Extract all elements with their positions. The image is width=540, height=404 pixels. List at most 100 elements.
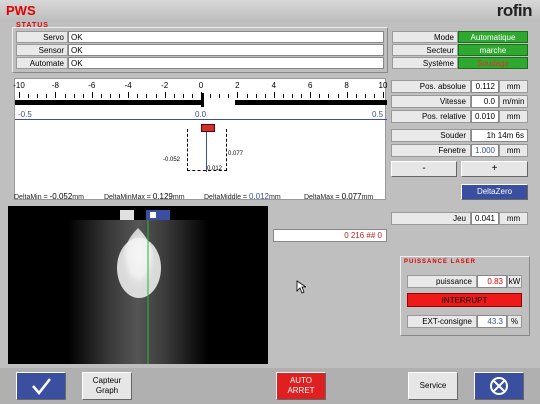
scale-minor-tick (64, 94, 66, 98)
scale-minor-tick (110, 94, 111, 98)
pos-relative-label: Pos. relative (391, 110, 471, 123)
service-button[interactable]: Service (408, 372, 458, 400)
seam-image (68, 210, 208, 364)
vitesse-label: Vitesse (391, 95, 471, 108)
mode-label: Mode (392, 31, 458, 43)
scale-minor-tick (28, 94, 30, 98)
delta-max: DeltaMax = 0.077mm (304, 192, 374, 201)
fenetre-input[interactable]: 1.000 (471, 144, 499, 157)
detail-right-value: 0.077 (228, 151, 244, 157)
scale-minor-tick (155, 94, 157, 98)
interrupt-button[interactable]: INTERRUPT (407, 293, 522, 307)
pos-relative-unit: mm (499, 110, 528, 123)
scale-minor-tick (119, 94, 121, 98)
detail-bottom-value: 0.012 (207, 166, 223, 172)
checkmark-icon (32, 378, 51, 395)
detail-window (187, 129, 227, 171)
scale-minor-tick (137, 94, 139, 98)
secteur-label: Secteur (392, 44, 458, 56)
ext-consigne-unit: % (507, 315, 522, 328)
sub-scale-left: -0.5 (18, 110, 32, 119)
scale-minor-tick (282, 94, 284, 98)
scale-tick (55, 92, 57, 98)
brand-logo: rofin (496, 1, 533, 20)
status-sensor-value: OK (68, 44, 384, 56)
souder-label: Souder (391, 129, 471, 142)
jeu-value: 0.041 (471, 212, 499, 225)
scale-tick (273, 92, 275, 98)
graph-label: Graph (95, 386, 119, 395)
mode-value: Automatique (458, 31, 528, 43)
scale-tick-label: 10 (378, 81, 388, 90)
capteur-graph-button[interactable]: Capteur Graph (82, 372, 132, 400)
status-servo-label: Servo (16, 31, 68, 43)
scale-minor-tick (46, 94, 48, 98)
scale-minor-tick (82, 94, 84, 98)
secteur-value: marche (458, 44, 528, 56)
scale-minor-tick (292, 94, 293, 98)
pos-absolue-unit: mm (499, 80, 528, 93)
systeme-value: Soudage (458, 57, 528, 69)
sub-scale-mid: 0.0 (195, 110, 207, 119)
scale-minor-tick (182, 94, 184, 98)
scale-tick (383, 92, 384, 98)
scale-minor-tick (191, 94, 193, 98)
puissance-label: puissance (407, 275, 477, 288)
scale-minor-tick (337, 94, 339, 98)
auto-label: AUTO (289, 376, 313, 385)
position-scale: -10 -8 -6 -4 -2 0 2 4 6 8 10 -0.5 0.0 0.5 -0.052 0… (13, 78, 388, 200)
cancel-icon (490, 377, 508, 395)
scale-minor-tick (100, 94, 102, 98)
scale-minor-tick (219, 94, 221, 98)
scale-minor-tick (319, 94, 321, 98)
mouse-cursor-icon (296, 280, 306, 294)
scale-tick-label: -2 (161, 81, 169, 90)
increment-button[interactable]: + (461, 161, 528, 177)
scale-tick-label: -10 (13, 81, 25, 90)
delta-min: DeltaMin = -0.052mm (14, 192, 84, 201)
auto-arret-button[interactable]: AUTO ARRET (276, 372, 326, 400)
status-automate-value: OK (68, 57, 384, 69)
souder-value: 1h 14m 6s (471, 129, 528, 142)
confirm-button[interactable] (16, 372, 66, 400)
ext-consigne-value: 43.3 (477, 315, 507, 328)
scale-tick-label: 8 (344, 81, 349, 90)
vitesse-unit: m/min (499, 95, 528, 108)
scale-tick-label: 6 (307, 81, 313, 90)
scale-bar-left (15, 100, 201, 105)
scale-minor-tick (264, 94, 266, 98)
scale-tick (237, 92, 239, 98)
scale-bar-right (235, 100, 387, 105)
scale-minor-tick (373, 94, 375, 98)
scale-tick (91, 92, 93, 98)
status-sensor-label: Sensor (16, 44, 68, 56)
scale-minor-tick (328, 94, 330, 98)
pos-absolue-value: 0.112 (471, 80, 499, 93)
delta-minmax: DeltaMinMax = 0.129mm (104, 192, 185, 201)
laser-title: PUISSANCE LASER (404, 259, 477, 265)
camera-view (8, 206, 268, 364)
pos-absolue-label: Pos. absolue (391, 80, 471, 93)
scale-tick-label: 0 (198, 81, 204, 90)
scale-minor-tick (210, 94, 212, 98)
pos-relative-value: 0.010 (471, 110, 499, 123)
scale-minor-tick (301, 94, 303, 98)
jeu-label: Jeu (391, 212, 471, 225)
deltazero-button[interactable]: DeltaZero (461, 184, 528, 200)
cancel-button[interactable] (474, 372, 524, 400)
puissance-unit: kW (507, 275, 522, 288)
puissance-value: 0.83 (477, 275, 507, 288)
fenetre-unit: mm (499, 144, 528, 157)
app-title: PWS (6, 3, 36, 18)
seam-readout-field: 0 216 ## 0 (273, 229, 387, 242)
scale-cursor (201, 93, 204, 107)
scale-tick-label: -6 (88, 81, 96, 90)
systeme-label: Système (392, 57, 458, 69)
status-automate-label: Automate (16, 57, 68, 69)
capteur-label: Capteur (92, 376, 122, 385)
scale-minor-tick (246, 94, 248, 98)
decrement-button[interactable]: - (391, 161, 457, 177)
scale-tick (310, 92, 312, 98)
scale-minor-tick (37, 94, 39, 98)
scale-minor-tick (255, 94, 257, 98)
